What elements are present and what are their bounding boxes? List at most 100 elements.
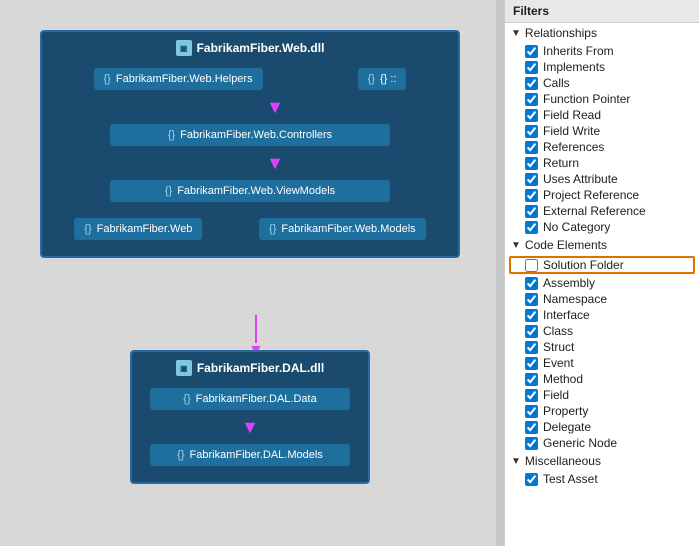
relationships-arrow: ▼ — [511, 28, 521, 39]
external-reference-label: External Reference — [543, 204, 646, 218]
no-category-label: No Category — [543, 220, 610, 234]
struct-label: Struct — [543, 340, 574, 354]
filter-delegate[interactable]: Delegate — [505, 419, 699, 435]
filter-inherits-from[interactable]: Inherits From — [505, 43, 699, 59]
arrow-to-viewmodels: ▼ — [100, 154, 450, 172]
miscellaneous-arrow: ▼ — [511, 456, 521, 467]
references-checkbox[interactable] — [525, 141, 538, 154]
calls-label: Calls — [543, 76, 570, 90]
field-read-checkbox[interactable] — [525, 109, 538, 122]
filter-field-write[interactable]: Field Write — [505, 123, 699, 139]
field-write-checkbox[interactable] — [525, 125, 538, 138]
external-reference-checkbox[interactable] — [525, 205, 538, 218]
filter-test-asset[interactable]: Test Asset — [505, 471, 699, 487]
code-elements-section-header[interactable]: ▼ Code Elements — [505, 235, 699, 255]
test-asset-checkbox[interactable] — [525, 473, 538, 486]
ns-icon: {} — [165, 185, 172, 197]
interface-label: Interface — [543, 308, 590, 322]
function-pointer-label: Function Pointer — [543, 92, 630, 106]
filter-field[interactable]: Field — [505, 387, 699, 403]
solution-folder-label: Solution Folder — [543, 258, 624, 272]
method-label: Method — [543, 372, 583, 386]
filter-method[interactable]: Method — [505, 371, 699, 387]
ns-web-models[interactable]: {} FabrikamFiber.Web.Models — [259, 218, 426, 240]
filter-external-reference[interactable]: External Reference — [505, 203, 699, 219]
struct-checkbox[interactable] — [525, 341, 538, 354]
filter-class[interactable]: Class — [505, 323, 699, 339]
uses-attribute-checkbox[interactable] — [525, 173, 538, 186]
generic-node-checkbox[interactable] — [525, 437, 538, 450]
assembly-checkbox[interactable] — [525, 277, 538, 290]
miscellaneous-label: Miscellaneous — [525, 454, 601, 468]
implements-checkbox[interactable] — [525, 61, 538, 74]
inherits-from-checkbox[interactable] — [525, 45, 538, 58]
filter-references[interactable]: References — [505, 139, 699, 155]
delegate-label: Delegate — [543, 420, 591, 434]
filter-field-read[interactable]: Field Read — [505, 107, 699, 123]
ns-icon: {} — [84, 223, 91, 235]
property-checkbox[interactable] — [525, 405, 538, 418]
diagram-scrollbar[interactable] — [496, 0, 504, 546]
inherits-from-label: Inherits From — [543, 44, 614, 58]
code-elements-arrow: ▼ — [511, 240, 521, 251]
assembly-label: Assembly — [543, 276, 595, 290]
filters-header: Filters — [505, 0, 699, 23]
filter-calls[interactable]: Calls — [505, 75, 699, 91]
filter-project-reference[interactable]: Project Reference — [505, 187, 699, 203]
arrow-to-dal-models: ▼ — [140, 418, 360, 436]
filter-return[interactable]: Return — [505, 155, 699, 171]
return-checkbox[interactable] — [525, 157, 538, 170]
ns-icon: {} — [177, 449, 184, 461]
filter-namespace[interactable]: Namespace — [505, 291, 699, 307]
test-asset-label: Test Asset — [543, 472, 598, 486]
dal-dll-box: ▣ FabrikamFiber.DAL.dll {} FabrikamFiber… — [130, 350, 370, 484]
filter-function-pointer[interactable]: Function Pointer — [505, 91, 699, 107]
generic-node-label: Generic Node — [543, 436, 617, 450]
filter-uses-attribute[interactable]: Uses Attribute — [505, 171, 699, 187]
interface-checkbox[interactable] — [525, 309, 538, 322]
ns-dal-data[interactable]: {} FabrikamFiber.DAL.Data — [150, 388, 350, 410]
ns-web[interactable]: {} FabrikamFiber.Web — [74, 218, 202, 240]
event-label: Event — [543, 356, 574, 370]
ns-web-controllers[interactable]: {} FabrikamFiber.Web.Controllers — [110, 124, 390, 146]
filter-struct[interactable]: Struct — [505, 339, 699, 355]
ns-icon: {} — [368, 73, 375, 85]
field-checkbox[interactable] — [525, 389, 538, 402]
event-checkbox[interactable] — [525, 357, 538, 370]
filter-implements[interactable]: Implements — [505, 59, 699, 75]
filter-assembly[interactable]: Assembly — [505, 275, 699, 291]
relationships-section-header[interactable]: ▼ Relationships — [505, 23, 699, 43]
no-category-checkbox[interactable] — [525, 221, 538, 234]
project-reference-label: Project Reference — [543, 188, 639, 202]
implements-label: Implements — [543, 60, 605, 74]
function-pointer-checkbox[interactable] — [525, 93, 538, 106]
filter-generic-node[interactable]: Generic Node — [505, 435, 699, 451]
project-reference-checkbox[interactable] — [525, 189, 538, 202]
filter-interface[interactable]: Interface — [505, 307, 699, 323]
filter-property[interactable]: Property — [505, 403, 699, 419]
uses-attribute-label: Uses Attribute — [543, 172, 618, 186]
dll-icon: ▣ — [176, 40, 192, 56]
filter-no-category[interactable]: No Category — [505, 219, 699, 235]
delegate-checkbox[interactable] — [525, 421, 538, 434]
method-checkbox[interactable] — [525, 373, 538, 386]
ns-dal-models[interactable]: {} FabrikamFiber.DAL.Models — [150, 444, 350, 466]
property-label: Property — [543, 404, 588, 418]
dll-icon: ▣ — [176, 360, 192, 376]
filter-event[interactable]: Event — [505, 355, 699, 371]
filters-panel: Filters ▼ Relationships Inherits From Im… — [504, 0, 699, 546]
filter-solution-folder[interactable]: Solution Folder — [509, 256, 695, 274]
ns-web-shorthand[interactable]: {} {} :: — [358, 68, 407, 90]
ns-web-viewmodels[interactable]: {} FabrikamFiber.Web.ViewModels — [110, 180, 390, 202]
ns-icon: {} — [104, 73, 111, 85]
miscellaneous-section-header[interactable]: ▼ Miscellaneous — [505, 451, 699, 471]
web-dll-title: ▣ FabrikamFiber.Web.dll — [50, 40, 450, 56]
ns-web-helpers[interactable]: {} FabrikamFiber.Web.Helpers — [94, 68, 263, 90]
field-write-label: Field Write — [543, 124, 600, 138]
calls-checkbox[interactable] — [525, 77, 538, 90]
solution-folder-checkbox[interactable] — [525, 259, 538, 272]
ns-icon: {} — [168, 129, 175, 141]
class-checkbox[interactable] — [525, 325, 538, 338]
namespace-checkbox[interactable] — [525, 293, 538, 306]
return-label: Return — [543, 156, 579, 170]
